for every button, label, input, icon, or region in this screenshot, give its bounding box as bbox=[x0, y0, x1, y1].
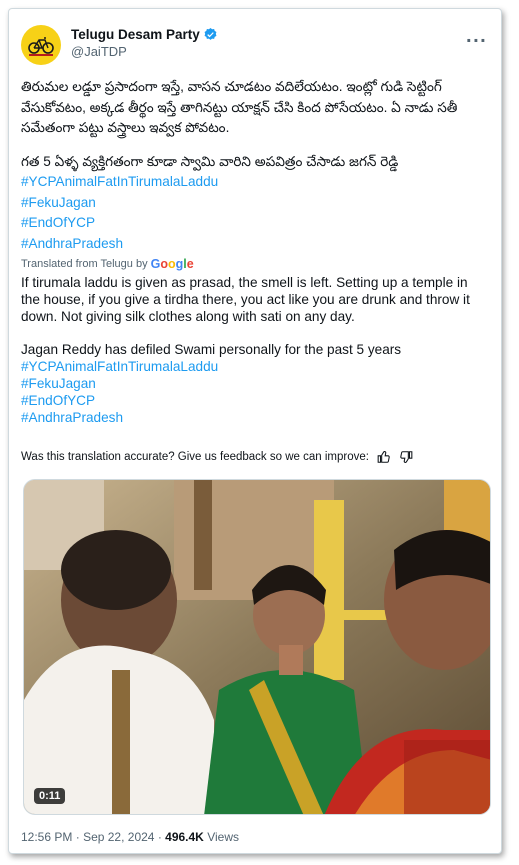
hashtag-link[interactable]: #FekuJagan bbox=[21, 376, 489, 393]
meta-separator: · bbox=[157, 830, 162, 844]
more-options-icon[interactable]: ··· bbox=[466, 31, 487, 50]
tweet-header: Telugu Desam Party @JaiTDP ··· bbox=[21, 25, 489, 69]
translated-paragraph-2: Jagan Reddy has defiled Swami personally… bbox=[21, 342, 402, 358]
hashtag-link[interactable]: #YCPAnimalFatInTirumalaLaddu bbox=[21, 172, 489, 193]
hashtag-link[interactable]: #YCPAnimalFatInTirumalaLaddu bbox=[21, 359, 489, 376]
hashtag-link[interactable]: #AndhraPradesh bbox=[21, 234, 489, 255]
feedback-question: Was this translation accurate? Give us f… bbox=[21, 451, 369, 463]
verified-badge-icon bbox=[204, 27, 217, 40]
tweet-meta: 12:56 PM · Sep 22, 2024 · 496.4K Views bbox=[21, 830, 239, 844]
translation-label: Translated from Telugu by bbox=[21, 258, 148, 270]
hashtag-link[interactable]: #FekuJagan bbox=[21, 193, 489, 214]
meta-separator: · bbox=[75, 830, 80, 844]
video-duration: 0:11 bbox=[34, 788, 66, 804]
bicycle-logo-icon[interactable] bbox=[21, 25, 61, 65]
thumbs-down-icon[interactable] bbox=[399, 450, 413, 464]
display-name: Telugu Desam Party bbox=[71, 27, 200, 42]
translated-paragraph-1: If tirumala laddu is given as prasad, th… bbox=[21, 275, 470, 324]
video-thumbnail bbox=[24, 480, 490, 814]
display-name-link[interactable]: Telugu Desam Party bbox=[71, 27, 218, 42]
hashtag-link[interactable]: #EndOfYCP bbox=[21, 393, 489, 410]
original-paragraph-1: తిరుమల లడ్డూ ప్రసాదంగా ఇస్తే, వాసన చూడటం… bbox=[21, 79, 458, 135]
google-logo: Google bbox=[150, 257, 194, 271]
views-count: 496.4K bbox=[165, 830, 204, 844]
video-player[interactable]: 0:11 bbox=[23, 479, 491, 815]
translation-feedback: Was this translation accurate? Give us f… bbox=[21, 450, 489, 464]
hashtag-link[interactable]: #EndOfYCP bbox=[21, 213, 489, 234]
hashtag-link[interactable]: #AndhraPradesh bbox=[21, 410, 489, 427]
tweet-date[interactable]: Sep 22, 2024 bbox=[83, 830, 154, 844]
tweet-time[interactable]: 12:56 PM bbox=[21, 830, 72, 844]
views-label: Views bbox=[207, 830, 239, 844]
original-paragraph-2: గత 5 ఏళ్ళ వ్యక్తిగతంగా కూడా స్వామి వారిన… bbox=[21, 153, 399, 169]
account-handle[interactable]: @JaiTDP bbox=[71, 44, 218, 59]
thumbs-up-icon[interactable] bbox=[377, 450, 391, 464]
account-names: Telugu Desam Party @JaiTDP bbox=[71, 27, 218, 59]
tweet-body: తిరుమల లడ్డూ ప్రసాదంగా ఇస్తే, వాసన చూడటం… bbox=[21, 77, 489, 426]
tweet-card: Telugu Desam Party @JaiTDP ··· తిరుమల లడ… bbox=[8, 8, 502, 854]
translation-attribution[interactable]: Translated from Telugu by Google bbox=[21, 257, 489, 271]
